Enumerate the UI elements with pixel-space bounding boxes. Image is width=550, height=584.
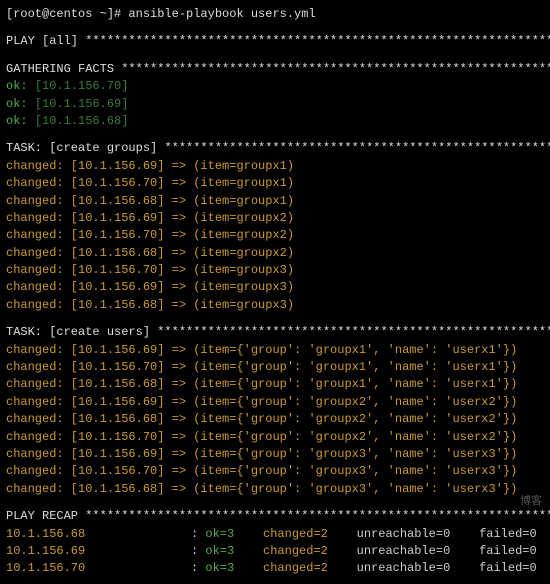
task2-block: changed: [10.1.156.69] => (item={'group'… — [6, 342, 544, 499]
task1-header: TASK: [create groups] ******************… — [6, 140, 544, 157]
task1-block: changed: [10.1.156.69] => (item=groupx1)… — [6, 158, 544, 315]
task1-line: changed: [10.1.156.68] => (item=groupx3) — [6, 297, 544, 314]
shell-prompt: [root@centos ~]# — [6, 7, 128, 21]
command-text: ansible-playbook users.yml — [128, 7, 315, 21]
recap-line: 10.1.156.69: ok=3 changed=2 unreachable=… — [6, 543, 544, 560]
facts-line: ok: [10.1.156.70] — [6, 78, 544, 95]
task2-line: changed: [10.1.156.68] => (item={'group'… — [6, 376, 544, 393]
facts-block: ok: [10.1.156.70]ok: [10.1.156.69]ok: [1… — [6, 78, 544, 130]
recap-block: 10.1.156.68: ok=3 changed=2 unreachable=… — [6, 526, 544, 578]
task1-line: changed: [10.1.156.70] => (item=groupx3) — [6, 262, 544, 279]
task1-line: changed: [10.1.156.68] => (item=groupx2) — [6, 245, 544, 262]
task2-line: changed: [10.1.156.69] => (item={'group'… — [6, 342, 544, 359]
terminal-output: [root@centos ~]# ansible-playbook users.… — [6, 6, 544, 578]
task1-line: changed: [10.1.156.70] => (item=groupx2) — [6, 227, 544, 244]
task2-line: changed: [10.1.156.70] => (item={'group'… — [6, 429, 544, 446]
task1-line: changed: [10.1.156.69] => (item=groupx2) — [6, 210, 544, 227]
task1-line: changed: [10.1.156.69] => (item=groupx1) — [6, 158, 544, 175]
facts-line: ok: [10.1.156.68] — [6, 113, 544, 130]
recap-line: 10.1.156.68: ok=3 changed=2 unreachable=… — [6, 526, 544, 543]
task1-line: changed: [10.1.156.70] => (item=groupx1) — [6, 175, 544, 192]
facts-header: GATHERING FACTS ************************… — [6, 61, 544, 78]
play-header: PLAY [all] *****************************… — [6, 33, 544, 50]
task1-line: changed: [10.1.156.68] => (item=groupx1) — [6, 193, 544, 210]
task1-line: changed: [10.1.156.69] => (item=groupx3) — [6, 279, 544, 296]
task2-line: changed: [10.1.156.70] => (item={'group'… — [6, 359, 544, 376]
recap-line: 10.1.156.70: ok=3 changed=2 unreachable=… — [6, 560, 544, 577]
task2-line: changed: [10.1.156.68] => (item={'group'… — [6, 411, 544, 428]
prompt-line: [root@centos ~]# ansible-playbook users.… — [6, 6, 544, 23]
task2-header: TASK: [create users] *******************… — [6, 324, 544, 341]
facts-line: ok: [10.1.156.69] — [6, 96, 544, 113]
task2-line: changed: [10.1.156.68] => (item={'group'… — [6, 481, 544, 498]
task2-line: changed: [10.1.156.69] => (item={'group'… — [6, 446, 544, 463]
task2-line: changed: [10.1.156.70] => (item={'group'… — [6, 463, 544, 480]
watermark: 博客 — [520, 495, 542, 511]
task2-line: changed: [10.1.156.69] => (item={'group'… — [6, 394, 544, 411]
recap-header: PLAY RECAP *****************************… — [6, 508, 544, 525]
